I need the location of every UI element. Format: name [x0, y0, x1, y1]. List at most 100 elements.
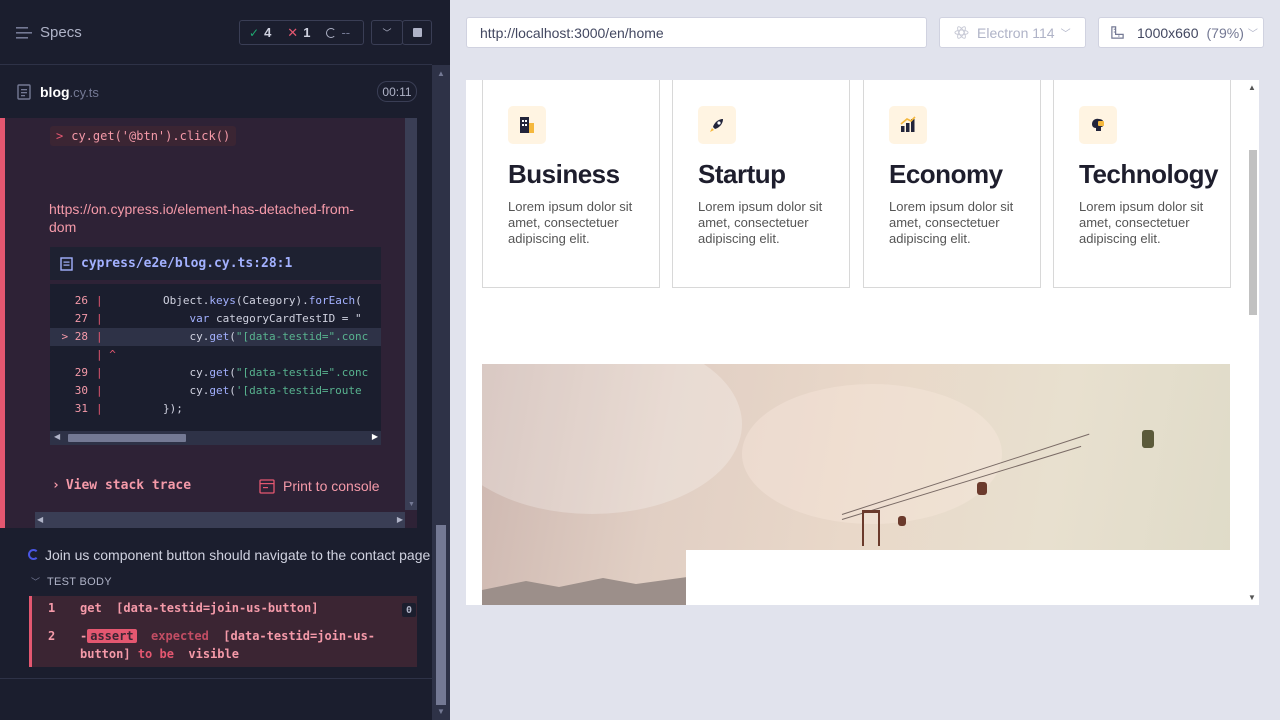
arrow-down-icon[interactable]: ▼	[1248, 593, 1256, 602]
file-icon	[60, 256, 73, 271]
gondola-shape	[1142, 430, 1154, 448]
passed-stat: ✓ 4	[249, 25, 271, 40]
hill-shape	[482, 575, 702, 605]
print-to-console-button[interactable]: Print to console	[259, 478, 380, 494]
assert-value: visible	[188, 647, 239, 661]
code-line: 27 | var categoryCardTestID = "	[50, 310, 381, 328]
code-horizontal-scrollbar[interactable]: ◀ ▶	[50, 431, 381, 445]
card-title: Economy	[889, 159, 1003, 189]
electron-icon	[954, 26, 969, 39]
stop-button[interactable]	[402, 20, 432, 45]
line-number: > 28	[61, 330, 89, 343]
cloud-shape	[482, 364, 742, 514]
building-icon	[508, 106, 546, 144]
line-number: 30	[74, 384, 88, 397]
category-card-startup[interactable]: Startup Lorem ipsum dolor sit amet, cons…	[672, 80, 850, 288]
check-icon: ✓	[249, 25, 260, 40]
arrow-down-icon[interactable]: ▼	[437, 707, 445, 716]
stop-icon	[412, 28, 422, 37]
content-block	[686, 550, 1230, 605]
terminal-icon	[259, 478, 275, 494]
view-stack-trace-button[interactable]: › View stack trace	[52, 478, 191, 493]
command-name: get	[80, 601, 102, 615]
spec-ext-text: .cy.ts	[69, 85, 99, 100]
x-icon: ✕	[287, 24, 299, 40]
line-bar: |	[96, 384, 103, 397]
command-log: 1 get [data-testid=join-us-button] 0 2 -…	[29, 596, 417, 667]
arrow-up-icon[interactable]: ▲	[1248, 83, 1256, 92]
pylon-shape	[862, 510, 880, 546]
specs-label[interactable]: Specs	[40, 24, 82, 41]
test-body-label[interactable]: TEST BODY	[47, 576, 112, 588]
line-bar: | ^	[96, 348, 116, 361]
category-card-economy[interactable]: Economy Lorem ipsum dolor sit amet, cons…	[863, 80, 1041, 288]
spec-name-text: blog	[40, 84, 70, 100]
arrow-left-icon[interactable]: ◀	[54, 432, 60, 441]
code-line: 31 | });	[50, 400, 381, 418]
line-number: 29	[74, 366, 88, 379]
card-body: Lorem ipsum dolor sit amet, consectetuer…	[508, 199, 633, 246]
reporter-scrollbar[interactable]: ▲ ▼	[432, 65, 450, 720]
rocket-icon	[698, 106, 736, 144]
scrollbar-thumb[interactable]	[1249, 150, 1257, 315]
arrow-right-icon[interactable]: ▶	[397, 515, 403, 524]
chevron-right-icon: ›	[52, 478, 60, 493]
ruler-icon	[1111, 26, 1124, 39]
aut-scrollbar[interactable]: ▲ ▼	[1246, 80, 1259, 605]
arrow-down-icon[interactable]: ▼	[408, 501, 415, 508]
line-number: 31	[74, 402, 88, 415]
brain-chip-icon	[1079, 106, 1117, 144]
card-title: Technology	[1079, 159, 1218, 189]
failed-command: > cy.get('@btn').click()	[50, 126, 237, 146]
zoom-level: (79%)	[1206, 24, 1244, 41]
scrollbar-thumb[interactable]	[68, 434, 186, 442]
card-title: Business	[508, 159, 620, 189]
error-vertical-scrollbar[interactable]: ▼	[405, 118, 417, 510]
line-code: });	[110, 402, 183, 415]
pending-stat: --	[326, 25, 350, 40]
scrollbar-thumb[interactable]	[436, 525, 446, 705]
arrow-right-icon[interactable]: ▶	[372, 432, 378, 441]
category-card-technology[interactable]: Technology Lorem ipsum dolor sit amet, c…	[1053, 80, 1231, 288]
browser-name: Electron 114	[977, 24, 1055, 41]
card-body: Lorem ipsum dolor sit amet, consectetuer…	[1079, 199, 1204, 246]
arrow-left-icon[interactable]: ◀	[37, 515, 43, 524]
failed-count: 1	[303, 25, 311, 40]
command-row[interactable]: - assert expected [data-testid=join-us-bu…	[80, 627, 400, 663]
url-bar[interactable]: http://localhost:3000/en/home	[466, 17, 927, 48]
element-count-badge: 0	[402, 603, 416, 617]
chevron-down-icon: ﹀	[1060, 29, 1071, 40]
code-frame-file[interactable]: cypress/e2e/blog.cy.ts:28:1	[50, 247, 381, 280]
chevron-down-icon[interactable]: ﹀	[31, 575, 40, 588]
line-number: 27	[74, 312, 88, 325]
code-line: 29 | cy.get("[data-testid=".conc	[50, 364, 381, 382]
code-line: 26 | Object.keys(Category).forEach(	[50, 292, 381, 310]
line-code: Object.keys(Category).forEach(	[110, 294, 362, 307]
card-title: Startup	[698, 159, 786, 189]
document-icon	[17, 84, 31, 100]
auto-scroll-button[interactable]: ﹀	[371, 20, 403, 45]
code-frame: 26 | Object.keys(Category).forEach( 27 | v…	[50, 284, 381, 434]
print-to-console-label: Print to console	[283, 478, 380, 494]
arrow-up-icon[interactable]: ▲	[437, 69, 445, 78]
viewport-selector[interactable]: 1000x660 (79%) ﹀	[1098, 17, 1264, 48]
test-title[interactable]: Join us component button should navigate…	[45, 547, 430, 563]
running-spinner-icon	[28, 549, 39, 560]
line-bar: |	[96, 312, 103, 325]
error-docs-link[interactable]: https://on.cypress.io/element-has-detach…	[49, 200, 379, 236]
error-horizontal-scrollbar[interactable]: ◀ ▶	[35, 512, 405, 528]
reporter-header: Specs ✓ 4 ✕ 1 -- ﹀	[0, 0, 432, 65]
line-bar: |	[96, 366, 103, 379]
caret: ^	[109, 348, 116, 361]
browser-selector[interactable]: Electron 114 ﹀	[939, 17, 1086, 48]
spec-file-name[interactable]: blog.cy.ts	[40, 84, 99, 100]
line-code: cy.get("[data-testid=".conc	[110, 330, 369, 343]
divider	[0, 678, 432, 679]
command-row[interactable]: get [data-testid=join-us-button]	[80, 599, 318, 617]
viewport-size: 1000x660	[1137, 24, 1199, 41]
specs-list-icon[interactable]	[16, 26, 32, 40]
test-stats: ✓ 4 ✕ 1 --	[239, 20, 364, 45]
line-number: 26	[74, 294, 88, 307]
spec-duration: 00:11	[377, 81, 417, 102]
category-card-business[interactable]: Business Lorem ipsum dolor sit amet, con…	[482, 80, 660, 288]
